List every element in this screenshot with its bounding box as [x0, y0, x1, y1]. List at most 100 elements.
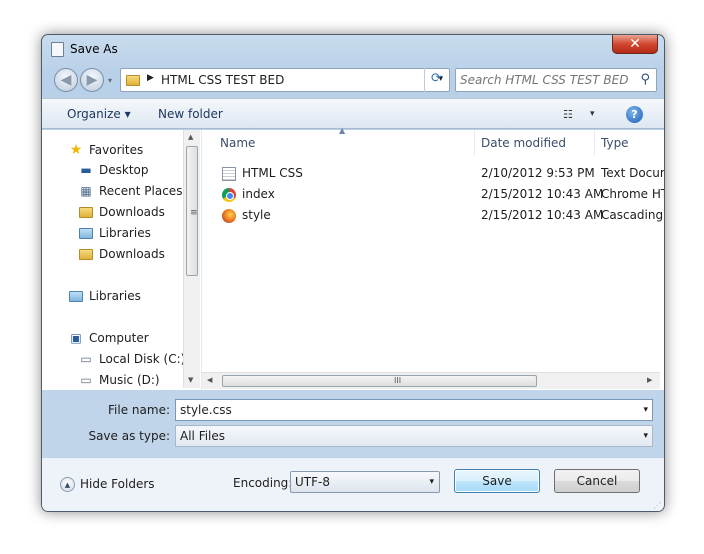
file-date: 2/10/2012 9:53 PM	[481, 166, 595, 180]
dialog-document-icon	[51, 42, 64, 57]
scroll-right-icon[interactable]: ▶	[647, 376, 652, 384]
dialog-footer: ▲ Hide Folders Encoding: UTF-8 ▾ Save Can…	[42, 457, 664, 511]
encoding-select[interactable]: UTF-8 ▾	[290, 471, 440, 493]
search-box[interactable]: ⚲	[455, 68, 657, 92]
file-list-horizontal-scrollbar[interactable]: ◀ III ▶	[202, 372, 660, 389]
sidebar-scrollbar[interactable]: ▲ ≡ ▼	[183, 130, 200, 388]
sidebar-item-label: Computer	[89, 331, 149, 345]
back-arrow-icon[interactable]: ◀	[54, 68, 78, 92]
chevron-down-icon[interactable]: ▾	[643, 431, 648, 441]
file-type: Text Docum	[601, 166, 665, 180]
help-icon[interactable]: ?	[626, 106, 643, 123]
column-header-date-modified[interactable]: Date modified	[481, 130, 566, 156]
sidebar-item-label: Libraries	[99, 226, 151, 240]
desktop-icon: ▬	[80, 163, 92, 177]
sidebar-item-local-disk[interactable]: ▭ Local Disk (C:)	[78, 352, 185, 370]
chrome-icon	[222, 187, 236, 202]
sidebar-item-recent-places[interactable]: ▦ Recent Places	[78, 184, 182, 202]
sidebar-item-favorites[interactable]: ★ Favorites	[68, 142, 144, 160]
search-input[interactable]	[460, 72, 636, 88]
close-button[interactable]: ✕	[612, 35, 658, 54]
sidebar-item-label: Local Disk (C:)	[99, 352, 186, 366]
column-divider[interactable]	[594, 130, 595, 156]
file-date: 2/15/2012 10:43 AM	[481, 208, 604, 222]
navigation-pane: ★ Favorites ▬ Desktop ▦ Recent Places Downl…	[42, 130, 202, 390]
libraries-icon	[69, 291, 83, 302]
folder-icon	[126, 75, 140, 86]
firefox-icon	[222, 208, 236, 223]
chevron-down-icon[interactable]: ▾	[429, 477, 434, 487]
sidebar-item-libraries-root[interactable]: Libraries	[68, 289, 141, 307]
encoding-label: Encoding:	[233, 476, 293, 490]
breadcrumb-current-folder[interactable]: HTML CSS TEST BED	[161, 73, 284, 87]
sidebar-item-downloads-2[interactable]: Downloads	[78, 247, 165, 265]
refresh-icon[interactable]: ⟳	[424, 68, 448, 92]
file-row[interactable]: HTML CSS 2/10/2012 9:53 PM Text Docum	[216, 164, 664, 184]
view-options-icon[interactable]: ☷	[563, 108, 573, 121]
sidebar-item-label: Downloads	[99, 205, 165, 219]
downloads-folder-icon	[79, 249, 93, 260]
file-name-value[interactable]: style.css	[180, 403, 232, 417]
scroll-up-icon[interactable]: ▲	[188, 133, 193, 141]
encoding-value: UTF-8	[295, 475, 330, 489]
command-bar: Organize ▾ New folder ☷ ▾ ?	[42, 98, 664, 129]
sidebar-item-desktop[interactable]: ▬ Desktop	[78, 163, 149, 181]
sidebar-item-computer[interactable]: ▣ Computer	[68, 331, 149, 349]
file-type: Chrome HTI	[601, 187, 665, 201]
save-button[interactable]: Save	[454, 469, 540, 493]
search-icon[interactable]: ⚲	[640, 72, 650, 87]
sidebar-item-label: Desktop	[99, 163, 149, 177]
save-as-type-label: Save as type:	[88, 429, 170, 443]
sidebar-item-libraries[interactable]: Libraries	[78, 226, 151, 244]
scroll-grip-icon: ≡	[190, 208, 198, 218]
forward-arrow-icon[interactable]: ▶	[80, 68, 104, 92]
recent-locations-dropdown-icon[interactable]: ▾	[108, 76, 112, 85]
file-row[interactable]: style 2/15/2012 10:43 AM Cascading	[216, 206, 663, 226]
file-row[interactable]: index 2/15/2012 10:43 AM Chrome HTI	[216, 185, 664, 205]
sidebar-item-label: Downloads	[99, 247, 165, 261]
hard-disk-icon: ▭	[80, 352, 92, 366]
sort-ascending-icon: ▲	[339, 126, 346, 135]
breadcrumb-chevron-icon[interactable]: ▶	[147, 73, 154, 83]
column-header-type[interactable]: Type	[601, 130, 629, 156]
computer-icon: ▣	[70, 331, 82, 345]
file-name-label: File name:	[108, 403, 170, 417]
save-as-type-value: All Files	[180, 429, 226, 443]
chevron-up-icon: ▲	[60, 477, 75, 492]
save-as-type-select[interactable]: All Files ▾	[175, 425, 653, 447]
save-as-dialog: Save As ✕ ◀ ▶ ▾ ▶ HTML CSS TEST BED ▾ ⟳ …	[41, 34, 665, 512]
drive-icon: ▭	[80, 373, 92, 387]
new-folder-button[interactable]: New folder	[158, 107, 223, 121]
resize-grip-icon[interactable]: ⋰	[653, 501, 661, 510]
organize-button[interactable]: Organize ▾	[67, 107, 131, 121]
scrollbar-thumb[interactable]: III	[222, 375, 537, 387]
view-dropdown-icon[interactable]: ▾	[590, 109, 595, 119]
sidebar-item-downloads[interactable]: Downloads	[78, 205, 165, 223]
scroll-down-icon[interactable]: ▼	[188, 376, 193, 384]
file-type: Cascading	[601, 208, 664, 222]
sidebar-item-label: Libraries	[89, 289, 141, 303]
star-icon: ★	[69, 142, 83, 158]
column-header-name[interactable]: Name	[220, 130, 255, 156]
cancel-button[interactable]: Cancel	[554, 469, 640, 493]
scroll-left-icon[interactable]: ◀	[207, 376, 212, 384]
file-name: style	[242, 208, 271, 222]
downloads-folder-icon	[79, 207, 93, 218]
sidebar-item-label: Music (D:)	[99, 373, 160, 387]
scroll-grip-icon: III	[394, 376, 402, 385]
libraries-icon	[79, 228, 93, 239]
file-name: HTML CSS	[242, 166, 303, 180]
dialog-title: Save As	[70, 42, 118, 56]
column-divider[interactable]	[474, 130, 475, 156]
file-browser: ★ Favorites ▬ Desktop ▦ Recent Places Downl…	[42, 126, 664, 390]
address-bar[interactable]: ▶ HTML CSS TEST BED ▾	[120, 68, 450, 92]
file-name: index	[242, 187, 275, 201]
chevron-down-icon[interactable]: ▾	[643, 405, 648, 415]
hide-folders-button[interactable]: ▲ Hide Folders	[60, 477, 155, 492]
file-name-input[interactable]: style.css ▾	[175, 399, 653, 421]
file-date: 2/15/2012 10:43 AM	[481, 187, 604, 201]
sidebar-item-label: Favorites	[89, 143, 144, 157]
hide-folders-label: Hide Folders	[80, 477, 155, 491]
recent-places-icon: ▦	[80, 184, 92, 198]
sidebar-item-music-drive[interactable]: ▭ Music (D:)	[78, 373, 160, 391]
